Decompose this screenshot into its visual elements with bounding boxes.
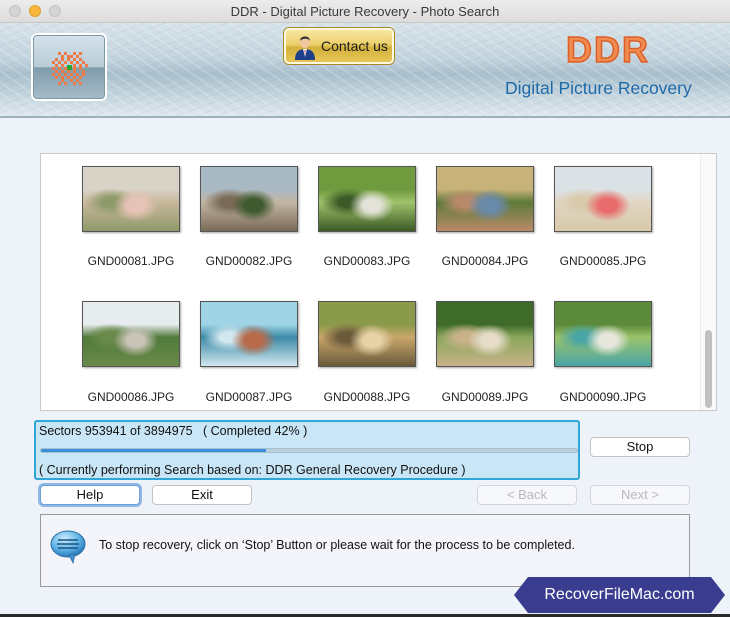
person-icon: [295, 36, 315, 60]
next-button[interactable]: Next >: [590, 485, 690, 505]
contact-us-label: Contact us: [321, 38, 388, 54]
photo-item[interactable]: GND00087.JPG: [190, 301, 308, 406]
photo-thumbnail[interactable]: [200, 301, 298, 367]
stop-button[interactable]: Stop: [590, 437, 690, 457]
photo-grid: GND00081.JPG GND00082.JPG GND00083.JPG GND0…: [41, 154, 701, 410]
photo-thumbnail[interactable]: [200, 166, 298, 232]
watermark-badge: RecoverFileMac.com: [514, 577, 725, 613]
photo-filename: GND00084.JPG: [441, 254, 529, 268]
photo-thumbnail[interactable]: [554, 166, 652, 232]
help-button[interactable]: Help: [40, 485, 140, 505]
photo-thumbnail[interactable]: [554, 301, 652, 367]
photo-thumbnail[interactable]: [82, 166, 180, 232]
photo-thumbnail[interactable]: [318, 166, 416, 232]
photo-thumbnail[interactable]: [82, 301, 180, 367]
photo-filename: GND00086.JPG: [87, 390, 175, 404]
photo-item[interactable]: GND00082.JPG: [190, 166, 308, 270]
photo-filename: GND00088.JPG: [323, 390, 411, 404]
exit-button[interactable]: Exit: [152, 485, 252, 505]
photo-item[interactable]: GND00086.JPG: [72, 301, 190, 406]
title-bar: DDR - Digital Picture Recovery - Photo S…: [0, 0, 730, 23]
back-button[interactable]: < Back: [477, 485, 577, 505]
photo-filename: GND00082.JPG: [205, 254, 293, 268]
photo-item[interactable]: GND00090.JPG: [544, 301, 662, 406]
window-title: DDR - Digital Picture Recovery - Photo S…: [230, 4, 500, 19]
header-banner: Contact us DDR Digital Picture Recovery: [0, 23, 730, 118]
sectors-status: Sectors 953941 of 3894975 ( Completed 42…: [39, 424, 308, 438]
progress-bar: [40, 448, 578, 453]
photo-filename: GND00090.JPG: [559, 390, 647, 404]
photo-item[interactable]: GND00083.JPG: [308, 166, 426, 270]
app-logo: [31, 33, 107, 101]
procedure-status: ( Currently performing Search based on: …: [39, 463, 466, 477]
photo-item[interactable]: GND00081.JPG: [72, 166, 190, 270]
photo-grid-panel: GND00081.JPG GND00082.JPG GND00083.JPG GND0…: [40, 153, 717, 411]
photo-filename: GND00083.JPG: [323, 254, 411, 268]
progress-panel: Sectors 953941 of 3894975 ( Completed 42…: [34, 420, 580, 480]
progress-bar-fill: [41, 449, 267, 452]
photo-filename: GND00087.JPG: [205, 390, 293, 404]
photo-item[interactable]: GND00084.JPG: [426, 166, 544, 270]
photo-thumbnail[interactable]: [436, 301, 534, 367]
vertical-scrollbar[interactable]: [700, 154, 716, 410]
info-message: To stop recovery, click on ‘Stop’ Button…: [99, 538, 575, 552]
brand-name: DDR: [565, 28, 650, 71]
photo-item[interactable]: GND00085.JPG: [544, 166, 662, 270]
chat-bubble-icon: [50, 530, 86, 565]
ddr-logo-icon: [52, 52, 88, 85]
app-window: DDR - Digital Picture Recovery - Photo S…: [0, 0, 730, 617]
photo-thumbnail[interactable]: [318, 301, 416, 367]
photo-item[interactable]: GND00088.JPG: [308, 301, 426, 406]
brand-subtitle: Digital Picture Recovery: [505, 78, 692, 98]
scrollbar-thumb[interactable]: [705, 330, 712, 408]
photo-item[interactable]: GND00089.JPG: [426, 301, 544, 406]
photo-filename: GND00081.JPG: [87, 254, 175, 268]
watermark-text: RecoverFileMac.com: [544, 586, 695, 603]
photo-thumbnail[interactable]: [436, 166, 534, 232]
photo-filename: GND00085.JPG: [559, 254, 647, 268]
contact-us-button[interactable]: Contact us: [284, 28, 394, 64]
photo-filename: GND00089.JPG: [441, 390, 529, 404]
